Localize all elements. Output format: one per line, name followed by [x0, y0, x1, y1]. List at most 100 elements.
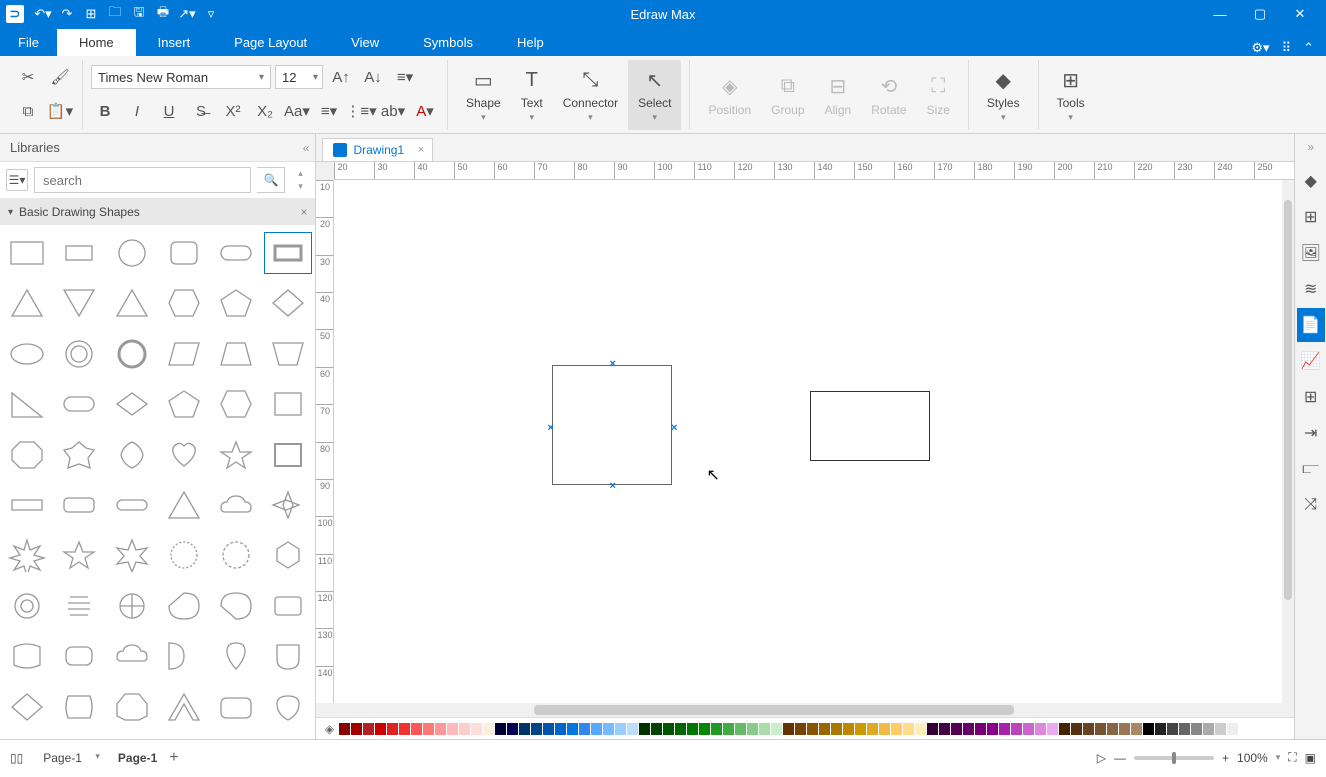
- size-button[interactable]: ⛶Size: [917, 60, 960, 130]
- color-swatch[interactable]: [771, 723, 782, 735]
- color-swatch[interactable]: [819, 723, 830, 735]
- styles-button[interactable]: ◆Styles▾: [977, 60, 1030, 130]
- grow-font-button[interactable]: A↑: [327, 63, 355, 91]
- color-swatch[interactable]: [855, 723, 866, 735]
- shape-stencil[interactable]: [265, 435, 311, 475]
- shape-stencil[interactable]: [56, 334, 102, 374]
- page-list-icon[interactable]: ▯▯: [10, 751, 23, 765]
- handle-e[interactable]: ×: [671, 422, 677, 434]
- shape-stencil[interactable]: [161, 636, 207, 676]
- search-icon[interactable]: 🔍: [257, 167, 285, 193]
- color-swatch[interactable]: [555, 723, 566, 735]
- color-swatch[interactable]: [603, 723, 614, 735]
- chart-panel-icon[interactable]: 📈: [1297, 344, 1325, 378]
- save-button[interactable]: 🖫: [128, 3, 150, 25]
- italic-button[interactable]: I: [123, 97, 151, 125]
- shape-stencil[interactable]: [265, 586, 311, 626]
- color-swatch[interactable]: [483, 723, 494, 735]
- collapse-ribbon-icon[interactable]: ⌃: [1303, 40, 1314, 56]
- color-swatch[interactable]: [1167, 723, 1178, 735]
- format-painter-button[interactable]: 🖌: [46, 63, 74, 91]
- canvas-shape[interactable]: [810, 391, 930, 461]
- color-swatch[interactable]: [567, 723, 578, 735]
- color-swatch[interactable]: [807, 723, 818, 735]
- shape-stencil[interactable]: [161, 535, 207, 575]
- tools-button[interactable]: ⊞Tools▾: [1047, 60, 1095, 130]
- align-para-button[interactable]: ≡▾: [391, 63, 419, 91]
- shape-stencil[interactable]: [265, 535, 311, 575]
- font-color-button[interactable]: A▾: [411, 97, 439, 125]
- maximize-button[interactable]: ▢: [1240, 0, 1280, 28]
- shape-stencil[interactable]: [161, 233, 207, 273]
- collapse-right-panel-icon[interactable]: »: [1307, 140, 1314, 154]
- bullets-button[interactable]: ⋮≡▾: [347, 97, 375, 125]
- shape-stencil[interactable]: [56, 283, 102, 323]
- color-swatch[interactable]: [459, 723, 470, 735]
- position-button[interactable]: ◈Position: [698, 60, 761, 130]
- zoom-slider[interactable]: [1134, 756, 1214, 760]
- color-swatch[interactable]: [1203, 723, 1214, 735]
- color-swatch[interactable]: [999, 723, 1010, 735]
- page-select[interactable]: Page-1: [35, 749, 106, 767]
- color-swatch[interactable]: [747, 723, 758, 735]
- color-swatch[interactable]: [987, 723, 998, 735]
- fit-page-icon[interactable]: ⛶: [1288, 750, 1296, 765]
- shape-stencil[interactable]: [4, 283, 50, 323]
- color-swatch[interactable]: [1179, 723, 1190, 735]
- shape-stencil[interactable]: [213, 233, 259, 273]
- color-swatch[interactable]: [495, 723, 506, 735]
- highlight-button[interactable]: ab▾: [379, 97, 407, 125]
- color-swatch[interactable]: [1215, 723, 1226, 735]
- shape-stencil[interactable]: [265, 485, 311, 525]
- group-button[interactable]: ⧉Group: [761, 60, 814, 130]
- tab-help[interactable]: Help: [495, 29, 566, 56]
- color-swatch[interactable]: [699, 723, 710, 735]
- color-swatch[interactable]: [1011, 723, 1022, 735]
- font-family-select[interactable]: Times New Roman: [91, 65, 271, 89]
- shape-stencil[interactable]: [108, 535, 154, 575]
- color-swatch[interactable]: [1155, 723, 1166, 735]
- new-button[interactable]: ⊞: [80, 3, 102, 25]
- shape-stencil[interactable]: [265, 233, 311, 273]
- color-swatch[interactable]: [1143, 723, 1154, 735]
- color-swatch[interactable]: [471, 723, 482, 735]
- document-tab[interactable]: Drawing1 ×: [322, 138, 433, 161]
- copy-button[interactable]: ⧉: [14, 97, 42, 125]
- color-swatch[interactable]: [843, 723, 854, 735]
- image-panel-icon[interactable]: 🖼: [1297, 236, 1325, 270]
- color-swatch[interactable]: [915, 723, 926, 735]
- page-name[interactable]: Page-1: [118, 751, 157, 765]
- redo-button[interactable]: ↷: [56, 3, 78, 25]
- library-category-header[interactable]: Basic Drawing Shapes ×: [0, 199, 315, 225]
- shape-stencil[interactable]: [4, 233, 50, 273]
- paste-button[interactable]: 📋▾: [46, 97, 74, 125]
- shape-stencil[interactable]: [161, 485, 207, 525]
- color-swatch[interactable]: [879, 723, 890, 735]
- settings-icon[interactable]: ⚙▾: [1251, 40, 1269, 56]
- color-swatch[interactable]: [1083, 723, 1094, 735]
- color-swatch[interactable]: [639, 723, 650, 735]
- color-swatch[interactable]: [423, 723, 434, 735]
- shape-stencil[interactable]: [213, 535, 259, 575]
- play-icon[interactable]: ▷: [1097, 751, 1106, 765]
- handle-n[interactable]: ×: [609, 358, 615, 370]
- color-swatch[interactable]: [939, 723, 950, 735]
- strike-button[interactable]: S̶: [187, 97, 215, 125]
- color-swatch[interactable]: [339, 723, 350, 735]
- shape-stencil[interactable]: [56, 687, 102, 727]
- shape-stencil[interactable]: [108, 485, 154, 525]
- shape-stencil[interactable]: [213, 435, 259, 475]
- color-swatch[interactable]: [579, 723, 590, 735]
- qat-more-button[interactable]: ▿: [200, 3, 222, 25]
- color-swatch[interactable]: [963, 723, 974, 735]
- shape-stencil[interactable]: [265, 334, 311, 374]
- line-spacing-button[interactable]: ≡▾: [315, 97, 343, 125]
- color-swatch[interactable]: [435, 723, 446, 735]
- color-swatch[interactable]: [1071, 723, 1082, 735]
- palette-menu-icon[interactable]: ◈: [320, 722, 338, 736]
- shape-stencil[interactable]: [108, 636, 154, 676]
- color-swatch[interactable]: [531, 723, 542, 735]
- minimize-button[interactable]: —: [1200, 0, 1240, 28]
- shape-stencil[interactable]: [56, 535, 102, 575]
- search-input[interactable]: [34, 167, 251, 193]
